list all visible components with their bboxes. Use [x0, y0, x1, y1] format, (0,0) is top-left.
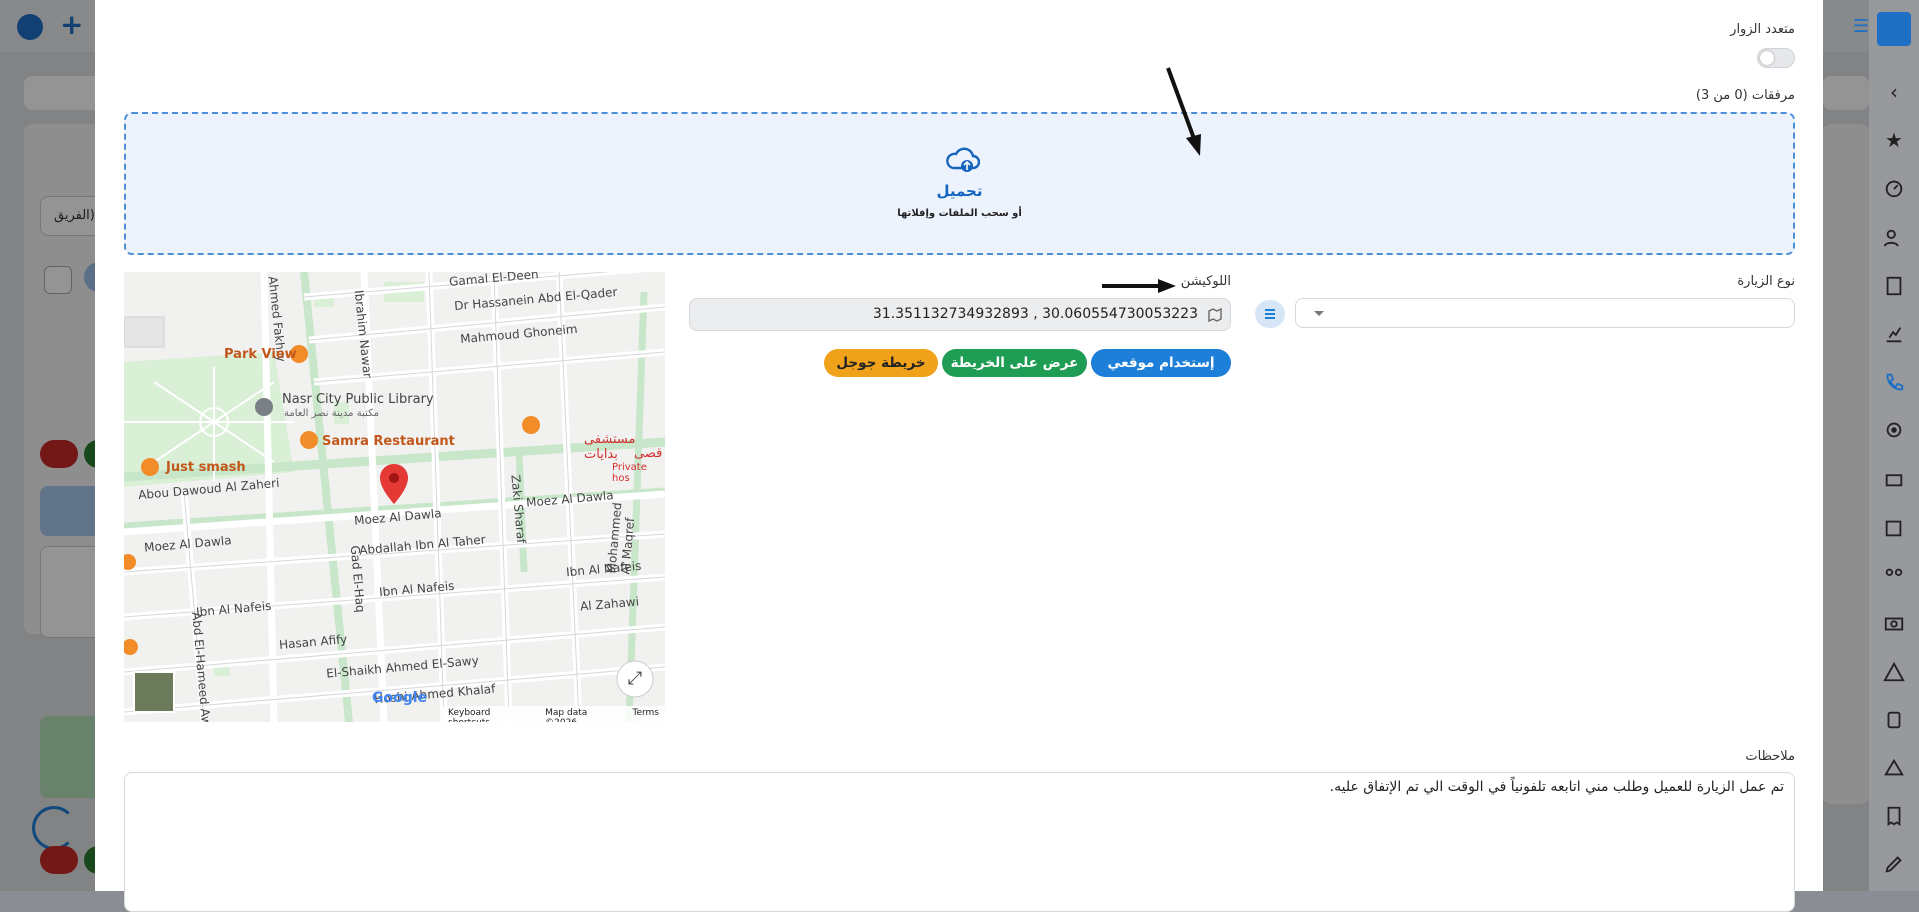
satellite-toggle[interactable]	[134, 672, 174, 712]
visit-type-label: نوع الزيارة	[1737, 274, 1795, 289]
coordinates-value: 31.351132734932893 , 30.060554730053223	[872, 306, 1198, 322]
fullscreen-icon[interactable]: ⤢	[624, 668, 646, 690]
location-label: اللوكيشن	[1180, 274, 1231, 289]
visit-type-icon-button[interactable]	[1255, 300, 1285, 328]
map-place-label: Nasr City Public Library	[282, 392, 434, 407]
pen-icon[interactable]	[1882, 852, 1906, 876]
map-place-label: Samra Restaurant	[322, 434, 455, 449]
notes-label: ملاحظات	[1745, 749, 1795, 764]
map-icon	[1208, 308, 1222, 322]
map-footer: Keyboard shortcuts Map data ©2026 Terms	[442, 706, 665, 722]
multi-visitors-label: متعدد الزوار	[1730, 22, 1795, 37]
map-view[interactable]: Gamal El-Deen Dr Hassanein Abd El-Qader …	[124, 272, 665, 722]
multi-visitors-toggle[interactable]	[1757, 48, 1795, 68]
notes-textarea[interactable]: تم عمل الزيارة للعميل وطلب مني اتابعه تل…	[124, 772, 1795, 912]
cloud-upload-icon	[946, 147, 980, 172]
attachments-label: مرفقات (0 من 3)	[1695, 88, 1795, 103]
money-icon[interactable]	[1882, 612, 1906, 636]
show-on-map-button[interactable]: عرض على الخريطة	[942, 349, 1087, 377]
map-place-label: قصى	[634, 446, 663, 461]
use-my-location-button[interactable]: إستخدام موقعي	[1091, 349, 1231, 377]
users-icon[interactable]	[1882, 226, 1906, 250]
toggle-knob	[1760, 51, 1774, 65]
arrow-annotation	[1166, 67, 1201, 156]
calendar-icon[interactable]	[1882, 516, 1906, 540]
map-place-label: مكتبة مدينة نصر العامة	[284, 408, 379, 419]
upload-subtitle: أو سحب الملفات وإفلاتها	[897, 208, 1022, 219]
menu-icon[interactable]: ☰	[1849, 14, 1873, 38]
list-icon	[1265, 309, 1275, 319]
google-map-button[interactable]: خريطة جوجل	[824, 349, 938, 377]
receipt-icon[interactable]	[1882, 804, 1906, 828]
arrow-annotation-location	[1102, 279, 1176, 293]
chevron-down-icon	[1314, 311, 1324, 316]
warning-icon[interactable]	[1882, 660, 1906, 684]
right-nav-rail: ☰ ‹ ★	[1853, 0, 1919, 891]
device-icon[interactable]	[1882, 708, 1906, 732]
map-place-label: Park View	[224, 347, 297, 362]
star-icon[interactable]: ★	[1882, 128, 1906, 152]
visit-type-select[interactable]	[1295, 298, 1795, 328]
dashboard-icon[interactable]	[1882, 176, 1906, 200]
map-place-label: Private hos	[612, 462, 647, 484]
building-icon[interactable]	[1882, 274, 1906, 298]
chart-icon[interactable]	[1882, 322, 1906, 346]
target-icon[interactable]	[1882, 418, 1906, 442]
phone-icon[interactable]	[1882, 370, 1906, 394]
triangle-icon[interactable]	[1882, 756, 1906, 780]
chevron-left-icon[interactable]: ‹	[1882, 80, 1906, 104]
telephone-icon[interactable]	[1882, 466, 1906, 490]
upload-title: تحميل	[936, 182, 983, 200]
upload-dropzone[interactable]: تحميل أو سحب الملفات وإفلاتها	[124, 112, 1795, 255]
google-logo: Google	[372, 690, 428, 706]
team-icon[interactable]	[1882, 564, 1906, 588]
map-data-label: Map data ©2026	[545, 708, 588, 722]
app-logo-icon-right	[1877, 12, 1911, 46]
map-place-label: Just smash	[166, 460, 246, 475]
terms-link[interactable]: Terms	[632, 708, 659, 720]
coordinates-field[interactable]: 31.351132734932893 , 30.060554730053223	[689, 298, 1231, 331]
notes-text: تم عمل الزيارة للعميل وطلب مني اتابعه تل…	[1329, 779, 1784, 795]
keyboard-shortcuts-link[interactable]: Keyboard shortcuts	[448, 708, 531, 722]
